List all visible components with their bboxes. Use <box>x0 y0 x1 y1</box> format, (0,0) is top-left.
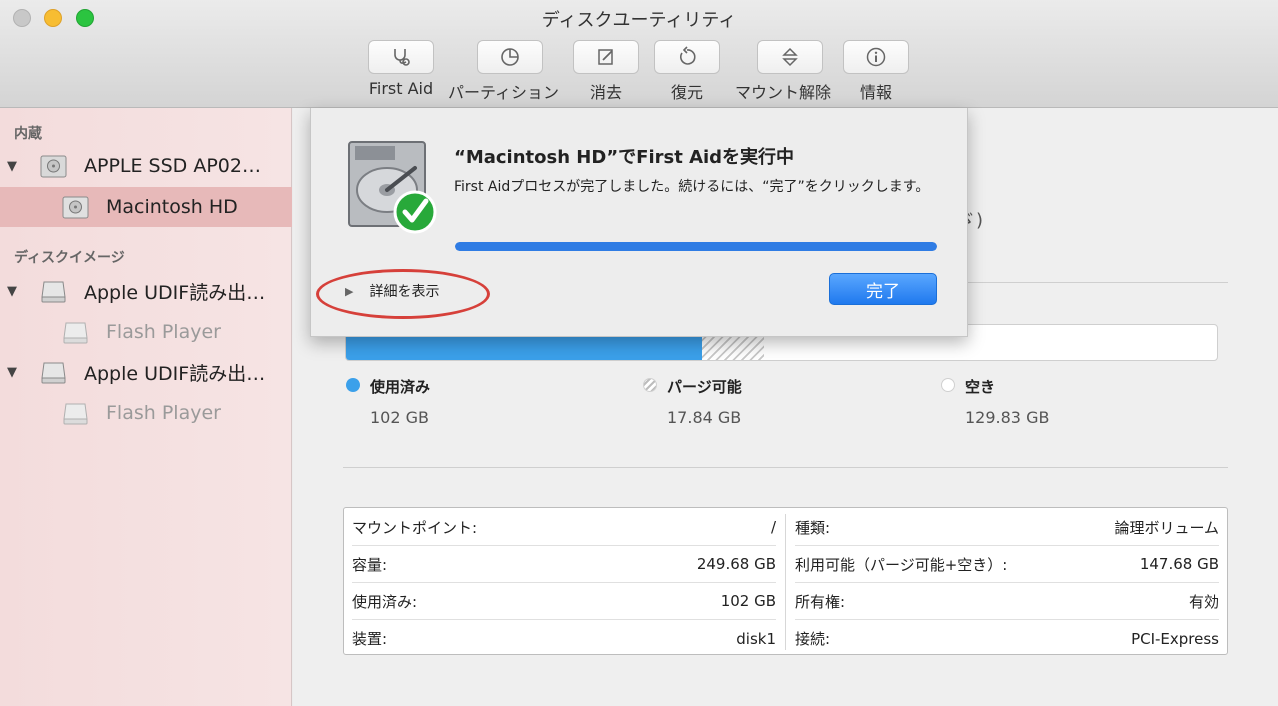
info-icon <box>866 47 886 67</box>
volume-disk-icon <box>62 196 89 218</box>
info-value: disk1 <box>736 629 776 648</box>
info-row-mount-point: マウントポイント: / <box>352 509 776 546</box>
sidebar-section-internal: 内蔵 <box>14 126 42 142</box>
toolbar-erase-label: 消去 <box>589 83 622 102</box>
legend-used-value: 102 GB <box>370 408 429 427</box>
disclosure-triangle-icon[interactable]: ▼ <box>7 284 17 299</box>
toolbar-first-aid-label: First Aid <box>368 79 434 98</box>
free-color-dot <box>941 378 955 392</box>
sidebar-item-apple-ssd[interactable]: ▼ APPLE SSD AP02… <box>0 146 292 186</box>
info-label: 種類: <box>795 518 831 537</box>
info-row-capacity: 容量: 249.68 GB <box>352 546 776 583</box>
internal-disk-icon <box>40 155 67 177</box>
pencil-icon <box>598 49 613 65</box>
legend-purgeable-label: パージ可能 <box>667 378 742 396</box>
sidebar-item-flash-player-1[interactable]: Flash Player <box>0 312 292 352</box>
toolbar-info-label: 情報 <box>859 83 892 102</box>
info-value: PCI-Express <box>1131 629 1219 648</box>
dialog-message: First Aidプロセスが完了しました。続けるには、“完了”をクリックします。 <box>454 179 930 195</box>
toolbar-partition-button[interactable]: パーティション <box>448 40 559 103</box>
legend-used-label: 使用済み <box>370 378 431 396</box>
toolbar-partition-label: パーティション <box>448 83 560 102</box>
toolbar-restore-label: 復元 <box>670 83 703 102</box>
info-row-type: 種類: 論理ボリューム <box>795 509 1219 546</box>
legend-free-label: 空き <box>965 378 996 396</box>
info-row-ownership: 所有権: 有効 <box>795 583 1219 620</box>
divider <box>343 467 1228 468</box>
info-label: 容量: <box>352 555 388 574</box>
disclosure-triangle-icon[interactable]: ▼ <box>7 365 17 380</box>
eject-icon <box>782 47 798 67</box>
sidebar-item-macintosh-hd[interactable]: Macintosh HD <box>0 187 292 227</box>
restore-icon <box>679 46 696 65</box>
show-details-label: 詳細を表示 <box>369 284 440 300</box>
info-label: 使用済み: <box>352 592 418 611</box>
done-button[interactable]: 完了 <box>829 273 937 305</box>
toolbar-info-button[interactable]: 情報 <box>843 40 909 103</box>
toolbar-erase-button[interactable]: 消去 <box>573 40 639 103</box>
toolbar-unmount-label: マウント解除 <box>735 83 832 102</box>
info-value: 147.68 GB <box>1139 555 1219 573</box>
sidebar: 内蔵 ▼ APPLE SSD AP02… Macintosh HD ディスクイメ… <box>0 108 292 706</box>
info-value: 249.68 GB <box>696 555 776 573</box>
sidebar-item-flash-player-2[interactable]: Flash Player <box>0 393 292 433</box>
info-value: 論理ボリューム <box>1114 518 1219 537</box>
disclosure-triangle-icon[interactable]: ▼ <box>7 159 17 174</box>
legend-purgeable-value: 17.84 GB <box>667 408 742 427</box>
title-bar: ディスクユーティリティ First Aid パーティション 消去 復元 マウント… <box>0 0 1278 108</box>
toolbar-unmount-button[interactable]: マウント解除 <box>735 40 831 103</box>
info-label: 所有権: <box>795 592 846 611</box>
disk-image-icon <box>63 322 88 343</box>
first-aid-dialog: “Macintosh HD”でFirst Aidを実行中 First Aidプロ… <box>310 108 968 337</box>
info-label: 利用可能（パージ可能+空き）: <box>795 555 1008 574</box>
info-label: マウントポイント: <box>352 518 478 537</box>
sidebar-section-disk-images: ディスクイメージ <box>14 250 125 266</box>
sidebar-item-label: Flash Player <box>106 402 221 424</box>
dialog-title: “Macintosh HD”でFirst Aidを実行中 <box>454 147 795 168</box>
stethoscope-icon <box>394 49 410 66</box>
purgeable-color-dot <box>643 378 657 392</box>
used-color-dot <box>346 378 360 392</box>
sidebar-item-label: APPLE SSD AP02… <box>84 155 261 177</box>
volume-info-table: マウントポイント: / 容量: 249.68 GB 使用済み: 102 GB 装… <box>343 507 1228 655</box>
sidebar-item-label: Flash Player <box>106 321 221 343</box>
sidebar-item-udif-2[interactable]: ▼ Apple UDIF読み出… <box>0 352 292 392</box>
progress-bar <box>455 242 937 251</box>
sidebar-item-label: Apple UDIF読み出… <box>84 281 266 304</box>
toolbar-restore-button[interactable]: 復元 <box>654 40 720 103</box>
disk-image-icon <box>41 281 66 302</box>
sidebar-item-label: Macintosh HD <box>106 196 238 218</box>
info-label: 接続: <box>795 630 831 648</box>
info-row-used: 使用済み: 102 GB <box>352 583 776 620</box>
legend-free-value: 129.83 GB <box>965 408 1050 427</box>
progress-fill <box>455 242 937 251</box>
disclosure-right-icon[interactable]: ▶ <box>345 285 353 298</box>
disk-image-icon <box>41 362 66 383</box>
info-value: 102 GB <box>720 592 776 610</box>
hard-disk-check-icon <box>348 141 437 234</box>
info-value: / <box>770 518 776 536</box>
column-divider <box>785 514 786 650</box>
sidebar-item-udif-1[interactable]: ▼ Apple UDIF読み出… <box>0 271 292 311</box>
disk-image-icon <box>63 403 88 424</box>
info-label: 装置: <box>352 630 388 648</box>
sidebar-item-label: Apple UDIF読み出… <box>84 362 266 385</box>
pie-chart-icon <box>500 48 519 66</box>
show-details-toggle[interactable]: ▶ 詳細を表示 <box>345 278 439 304</box>
toolbar-first-aid-button[interactable]: First Aid <box>368 40 434 98</box>
window-title: ディスクユーティリティ <box>541 10 737 31</box>
info-row-device: 装置: disk1 <box>352 620 776 657</box>
info-row-connection: 接続: PCI-Express <box>795 620 1219 657</box>
info-row-available: 利用可能（パージ可能+空き）: 147.68 GB <box>795 546 1219 583</box>
info-value: 有効 <box>1188 592 1219 611</box>
